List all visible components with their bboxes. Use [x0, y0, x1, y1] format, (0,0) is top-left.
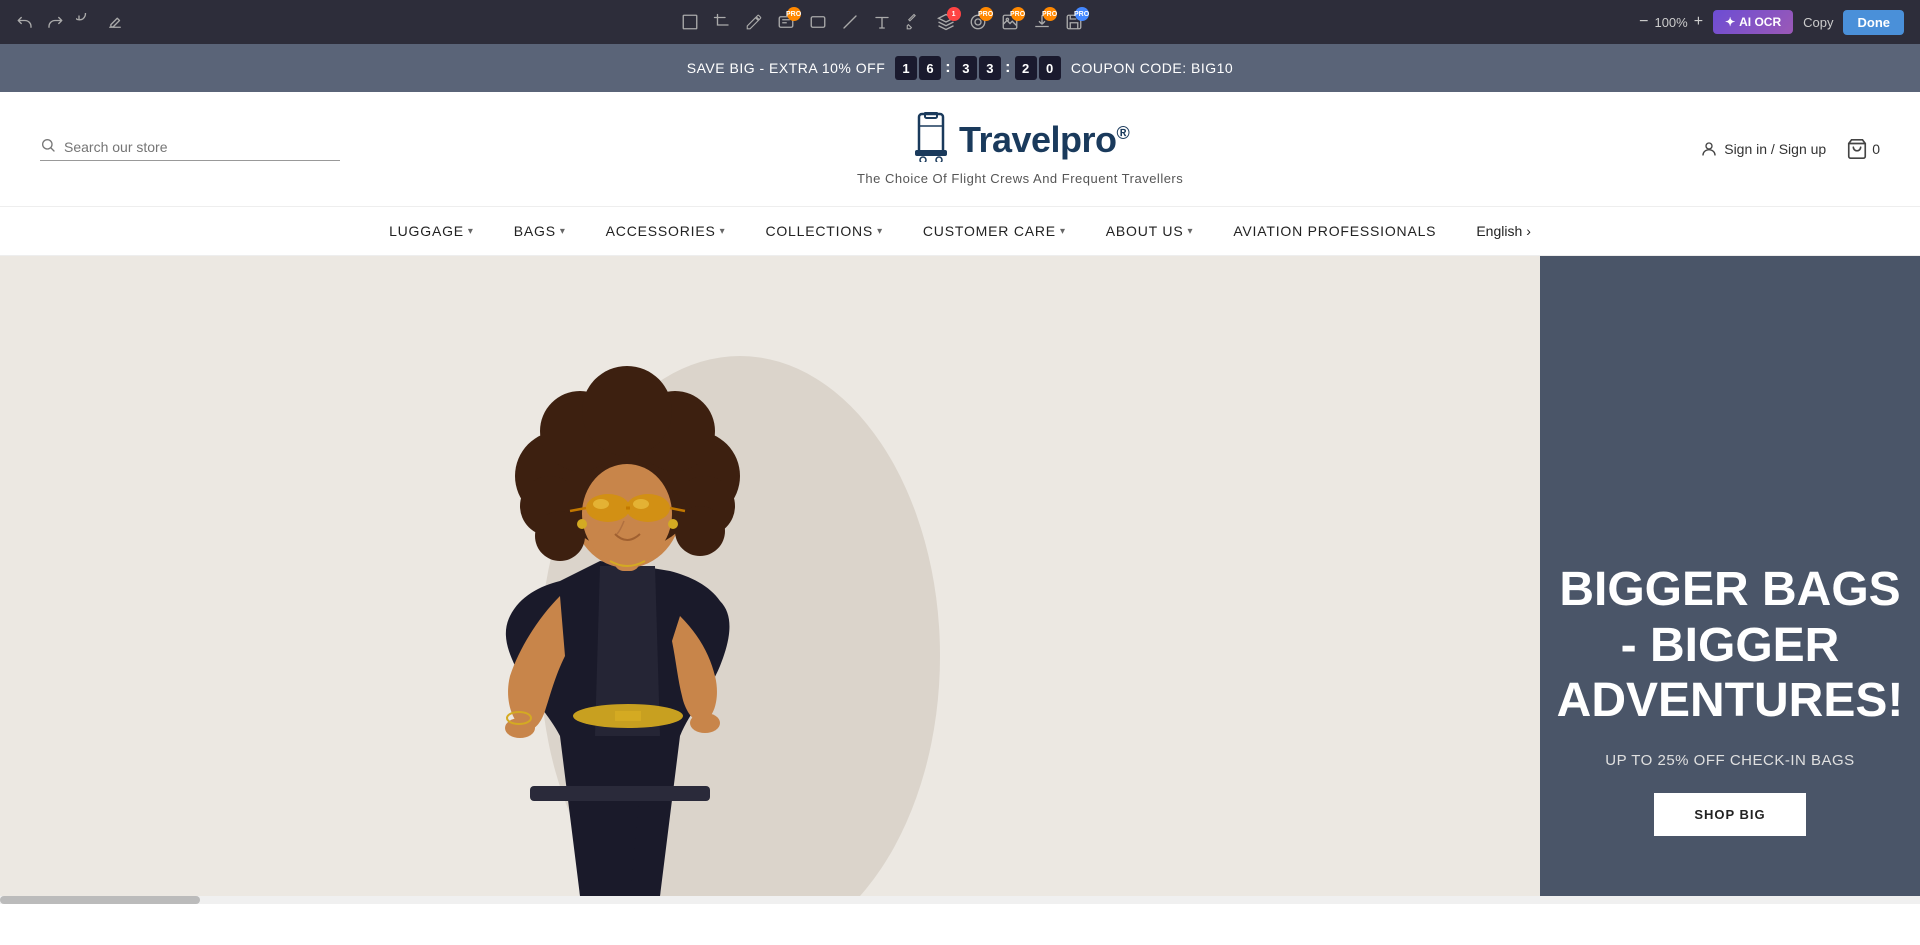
zoom-in-button[interactable]: +: [1694, 13, 1703, 31]
copy-button[interactable]: Copy: [1803, 15, 1833, 30]
hero-headline: BIGGER BAGS - BIGGER ADVENTURES!: [1557, 562, 1904, 728]
text-icon[interactable]: [873, 13, 891, 31]
cart-icon[interactable]: 0: [1846, 138, 1880, 160]
hero-subtext: UP TO 25% OFF CHECK-IN BAGS: [1605, 752, 1854, 769]
line-icon[interactable]: [841, 13, 859, 31]
hours-units: 6: [919, 56, 941, 80]
hours-tens: 1: [895, 56, 917, 80]
toolbar-right: − 100% + ✦ AI OCR Copy Done: [1639, 10, 1904, 35]
language-chevron: ›: [1526, 223, 1531, 239]
nav-aviation[interactable]: AVIATION PROFESSIONALS: [1233, 223, 1436, 239]
refresh-icon[interactable]: [76, 13, 94, 31]
seconds-tens: 2: [1015, 56, 1037, 80]
language-selector[interactable]: English ›: [1476, 223, 1531, 239]
header-actions: Sign in / Sign up 0: [1700, 138, 1880, 160]
nav-customer-care[interactable]: CUSTOMER CARE ▾: [923, 223, 1066, 239]
promo-banner: SAVE BIG - EXTRA 10% OFF 1 6 : 3 3 : 2 0…: [0, 44, 1920, 92]
search-bar: [40, 137, 340, 161]
download-icon[interactable]: PRO: [1033, 13, 1051, 31]
ai-ocr-button[interactable]: ✦ AI OCR: [1713, 10, 1793, 34]
nav-accessories[interactable]: ACCESSORIES ▾: [606, 223, 726, 239]
hero-image-area: [0, 256, 1540, 896]
countdown-sep-1: :: [945, 56, 951, 80]
brand-tagline: The Choice Of Flight Crews And Frequent …: [857, 171, 1183, 186]
pen-icon[interactable]: [745, 13, 763, 31]
layers-b-icon[interactable]: 1: [937, 13, 955, 31]
bags-chevron: ▾: [560, 226, 566, 237]
nav-about-us[interactable]: ABOUT US ▾: [1106, 223, 1194, 239]
promo-text-prefix: SAVE BIG - EXTRA 10% OFF: [687, 60, 885, 76]
site-header: Travelpro® The Choice Of Flight Crews An…: [0, 92, 1920, 207]
nav-collections[interactable]: COLLECTIONS ▾: [765, 223, 882, 239]
logo-area: Travelpro® The Choice Of Flight Crews An…: [857, 112, 1183, 186]
nav-bags[interactable]: BAGS ▾: [514, 223, 566, 239]
seconds-units: 0: [1039, 56, 1061, 80]
toolbar: PRO 1 PRO PRO PRO: [0, 0, 1920, 44]
accessories-chevron: ▾: [720, 226, 726, 237]
seconds-pair: 2 0: [1015, 56, 1061, 80]
done-button[interactable]: Done: [1843, 10, 1904, 35]
cart-count: 0: [1872, 141, 1880, 157]
search-input[interactable]: [64, 139, 324, 155]
toolbar-left: [16, 13, 124, 31]
search-icon: [40, 137, 56, 156]
undo-icon[interactable]: [16, 13, 34, 31]
site-nav: LUGGAGE ▾ BAGS ▾ ACCESSORIES ▾ COLLECTIO…: [0, 207, 1920, 256]
layers-c-icon[interactable]: PRO: [969, 13, 987, 31]
minutes-tens: 3: [955, 56, 977, 80]
ai-ocr-icon: ✦: [1725, 15, 1735, 29]
zoom-out-button[interactable]: −: [1639, 13, 1648, 31]
nav-luggage[interactable]: LUGGAGE ▾: [389, 223, 474, 239]
zoom-controls: − 100% +: [1639, 13, 1703, 31]
customer-care-chevron: ▾: [1060, 226, 1066, 237]
collections-chevron: ▾: [877, 226, 883, 237]
language-label: English: [1476, 223, 1522, 239]
save-icon[interactable]: PRO: [1065, 13, 1083, 31]
countdown-timer: 1 6 : 3 3 : 2 0: [895, 56, 1061, 80]
zoom-level: 100%: [1654, 15, 1687, 30]
countdown-sep-2: :: [1005, 56, 1011, 80]
rectangle-icon[interactable]: [809, 13, 827, 31]
redo-icon[interactable]: [46, 13, 64, 31]
hero-sidebar: BIGGER BAGS - BIGGER ADVENTURES! UP TO 2…: [1540, 256, 1920, 896]
hours-pair: 1 6: [895, 56, 941, 80]
scrollbar-thumb[interactable]: [0, 896, 200, 904]
luggage-chevron: ▾: [468, 226, 474, 237]
sign-in-label: Sign in / Sign up: [1724, 141, 1826, 157]
scrollbar-area: [0, 896, 1920, 904]
logo-text: Travelpro®: [911, 112, 1129, 167]
hero-section: BIGGER BAGS - BIGGER ADVENTURES! UP TO 2…: [0, 256, 1920, 896]
minutes-units: 3: [979, 56, 1001, 80]
layers-a-icon[interactable]: PRO: [777, 13, 795, 31]
website-content: SAVE BIG - EXTRA 10% OFF 1 6 : 3 3 : 2 0…: [0, 44, 1920, 904]
promo-text-suffix: COUPON CODE: BIG10: [1071, 60, 1233, 76]
minutes-pair: 3 3: [955, 56, 1001, 80]
dropper-icon[interactable]: [905, 13, 923, 31]
erase-icon[interactable]: [106, 13, 124, 31]
image-icon[interactable]: PRO: [1001, 13, 1019, 31]
sign-in-link[interactable]: Sign in / Sign up: [1700, 140, 1826, 158]
toolbar-center: PRO 1 PRO PRO PRO: [681, 13, 1083, 31]
hero-illustration: [0, 256, 1540, 896]
frame-icon[interactable]: [681, 13, 699, 31]
brand-logo-icon: [911, 112, 951, 167]
brand-name: Travelpro®: [959, 119, 1129, 161]
about-us-chevron: ▾: [1187, 226, 1193, 237]
shop-big-button[interactable]: SHOP BIG: [1654, 793, 1805, 836]
crop-icon[interactable]: [713, 13, 731, 31]
